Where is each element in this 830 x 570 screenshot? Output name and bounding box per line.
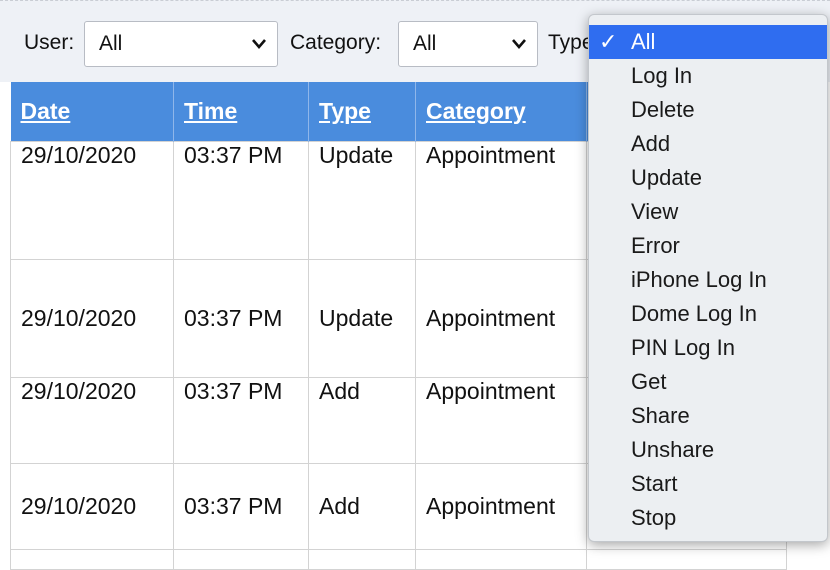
dropdown-option-label: View <box>631 199 679 224</box>
cell-category: Appointment <box>415 376 587 464</box>
cell-time: 03:37 PM <box>173 462 309 550</box>
dropdown-option-stop[interactable]: Stop <box>589 501 827 535</box>
dropdown-option-add[interactable]: Add <box>589 127 827 161</box>
cell-time: 03:37 PM <box>173 140 309 260</box>
dropdown-option-label: Start <box>631 471 678 496</box>
dropdown-option-iphone-log-in[interactable]: iPhone Log In <box>589 263 827 297</box>
cell-type: Update <box>308 258 416 378</box>
category-filter-label: Category: <box>290 31 382 54</box>
dropdown-option-label: Unshare <box>631 437 715 462</box>
chevron-down-icon <box>252 39 266 49</box>
dropdown-option-label: iPhone Log In <box>631 267 767 292</box>
dropdown-option-label: Add <box>631 131 671 156</box>
user-filter-value: All <box>99 32 123 55</box>
user-filter-label: User: <box>24 31 75 54</box>
column-header-time[interactable]: Time <box>173 82 309 141</box>
cell-date: 29/10/2020 <box>10 258 174 378</box>
dropdown-option-dome-log-in[interactable]: Dome Log In <box>589 297 827 331</box>
dropdown-option-log-in[interactable]: Log In <box>589 59 827 93</box>
dropdown-option-pin-log-in[interactable]: PIN Log In <box>589 331 827 365</box>
cell-category: Appointment <box>415 462 587 550</box>
dropdown-option-delete[interactable]: Delete <box>589 93 827 127</box>
cell-category: Appointment <box>415 258 587 378</box>
dropdown-option-start[interactable]: Start <box>589 467 827 501</box>
column-header-date[interactable]: Date <box>10 82 174 141</box>
chevron-down-icon <box>512 39 526 49</box>
dropdown-option-label: PIN Log In <box>631 335 735 360</box>
cell-time: 03:37 PM <box>173 258 309 378</box>
dropdown-option-label: Stop <box>631 505 677 530</box>
dropdown-option-get[interactable]: Get <box>589 365 827 399</box>
dropdown-option-unshare[interactable]: Unshare <box>589 433 827 467</box>
dropdown-option-all[interactable]: ✓ All <box>589 25 827 59</box>
dropdown-option-label: Share <box>631 403 690 428</box>
table-row <box>10 548 787 570</box>
user-filter-select[interactable]: All <box>84 21 278 67</box>
dropdown-option-label: Update <box>631 165 702 190</box>
dropdown-option-update[interactable]: Update <box>589 161 827 195</box>
cell-type: Add <box>308 376 416 464</box>
cell-type: Update <box>308 140 416 260</box>
category-filter-select[interactable]: All <box>398 21 538 67</box>
cell-type: Add <box>308 462 416 550</box>
type-filter-dropdown-menu: ✓ All Log In Delete Add Update View Error iPhone… <box>588 14 828 542</box>
dropdown-option-label: Dome Log In <box>631 301 757 326</box>
cell-date: 29/10/2020 <box>10 376 174 464</box>
category-filter-value: All <box>413 32 437 55</box>
cell-date: 29/10/2020 <box>10 140 174 260</box>
column-header-category[interactable]: Category <box>415 82 587 141</box>
dropdown-option-error[interactable]: Error <box>589 229 827 263</box>
cell-time: 03:37 PM <box>173 376 309 464</box>
column-header-type[interactable]: Type <box>308 82 416 141</box>
type-filter-label: Type <box>548 31 594 54</box>
dropdown-option-share[interactable]: Share <box>589 399 827 433</box>
dropdown-option-label: Error <box>631 233 680 258</box>
dropdown-option-label: Delete <box>631 97 695 122</box>
dropdown-option-label: Get <box>631 369 667 394</box>
dropdown-option-label: Log In <box>631 63 693 88</box>
dropdown-option-label: All <box>631 29 656 54</box>
checkmark-icon: ✓ <box>599 29 618 54</box>
cell-category: Appointment <box>415 140 587 260</box>
cell-date: 29/10/2020 <box>10 462 174 550</box>
dropdown-option-view[interactable]: View <box>589 195 827 229</box>
